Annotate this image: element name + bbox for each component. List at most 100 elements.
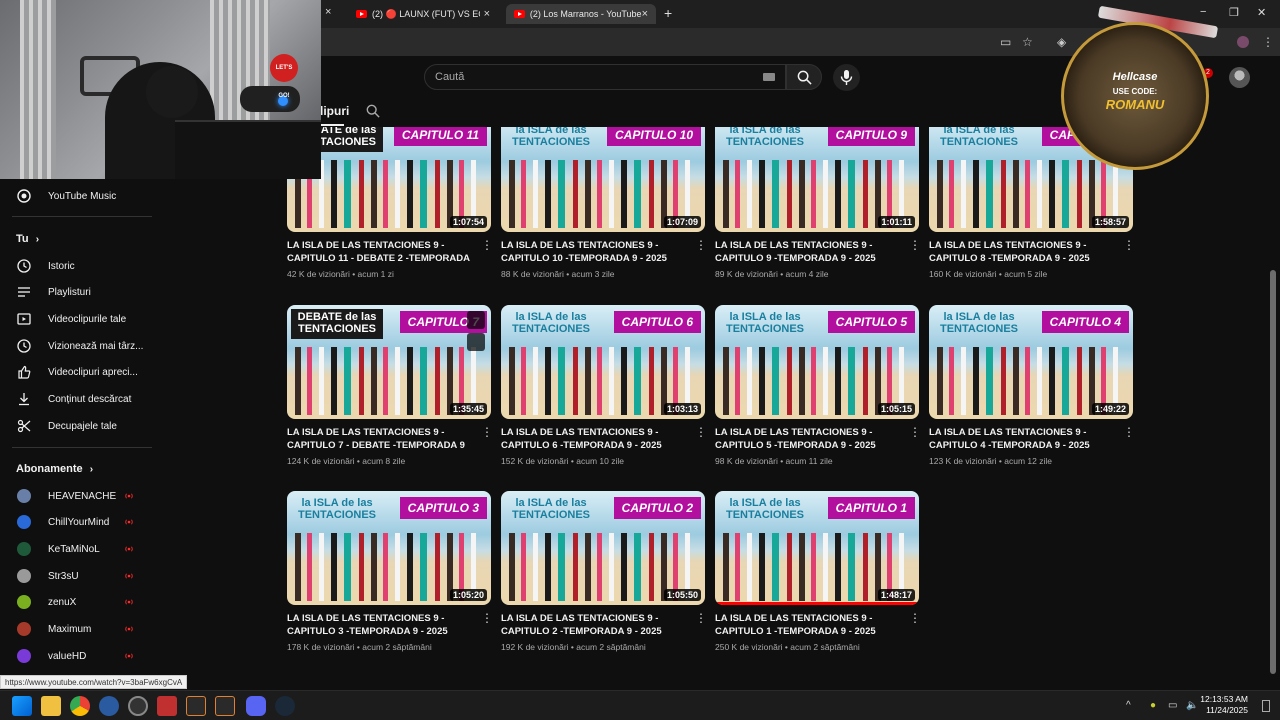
close-tab-icon[interactable]: ×: [325, 6, 331, 18]
more-actions-icon[interactable]: ⋮: [1123, 426, 1135, 438]
sidebar-item-watch-later[interactable]: Vizionează mai târz...: [16, 336, 156, 356]
app-h-icon[interactable]: [186, 696, 206, 716]
sidebar-item-liked[interactable]: Videoclipuri apreci...: [16, 362, 156, 382]
more-actions-icon[interactable]: ⋮: [481, 612, 493, 624]
sidebar-item-youtube-music[interactable]: YouTube Music: [16, 186, 156, 206]
search-button[interactable]: [786, 64, 822, 90]
browser-tab-active[interactable]: (2) Los Marranos - YouTube ×: [506, 4, 656, 24]
video-title[interactable]: LA ISLA DE LAS TENTACIONES 9 - CAPITULO …: [501, 426, 687, 452]
video-thumbnail[interactable]: la ISLA de las TENTACIONES CAPITULO 6 1:03…: [501, 305, 705, 419]
discord-icon[interactable]: [246, 696, 266, 716]
minimize-icon[interactable]: −: [1200, 6, 1206, 18]
page-scrollbar[interactable]: [1270, 270, 1276, 674]
video-thumbnail[interactable]: la ISLA de las TENTACIONES CAPITULO 9 1:01…: [715, 127, 919, 232]
video-card[interactable]: la ISLA de las TENTACIONES CAPITULO 6 1:03…: [501, 305, 707, 466]
video-title[interactable]: LA ISLA DE LAS TENTACIONES 9 - CAPITULO …: [715, 426, 901, 452]
account-avatar[interactable]: [1229, 67, 1250, 88]
more-actions-icon[interactable]: ⋮: [695, 239, 707, 251]
tray-overflow-icon[interactable]: ^: [1126, 700, 1131, 711]
more-actions-icon[interactable]: ⋮: [481, 426, 493, 438]
restore-icon[interactable]: ❐: [1229, 6, 1239, 19]
close-tab-icon[interactable]: ×: [484, 8, 490, 20]
chrome-icon[interactable]: [70, 696, 90, 716]
video-card[interactable]: la ISLA de las TENTACIONES CAPITULO 10 1:0…: [501, 118, 707, 279]
channel-search-icon[interactable]: [366, 104, 380, 118]
video-card[interactable]: la ISLA de las TENTACIONES CAPITULO 9 1:01…: [715, 118, 921, 279]
sidebar-subscription[interactable]: Maximum: [16, 619, 156, 639]
close-tab-icon[interactable]: ×: [642, 8, 648, 20]
tray-mic-icon[interactable]: ●: [1150, 700, 1156, 711]
video-title[interactable]: LA ISLA DE LAS TENTACIONES 9 - CAPITULO …: [287, 426, 473, 452]
video-card[interactable]: la ISLA de las TENTACIONES CAPITULO 1 1:48…: [715, 491, 921, 652]
app-a-icon[interactable]: [157, 696, 177, 716]
bookmark-star-icon[interactable]: ☆: [1022, 35, 1033, 49]
video-thumbnail[interactable]: la ISLA de las TENTACIONES CAPITULO 10 1:0…: [501, 127, 705, 232]
extension-icon[interactable]: ◈: [1057, 35, 1066, 49]
video-thumbnail[interactable]: la ISLA de las TENTACIONES CAPITULO 3 1:05…: [287, 491, 491, 605]
video-title[interactable]: LA ISLA DE LAS TENTACIONES 9 - CAPITULO …: [929, 239, 1115, 265]
voice-search-button[interactable]: [833, 64, 860, 91]
sidebar-subscription[interactable]: HEAVENACHE: [16, 486, 156, 506]
add-to-queue-icon[interactable]: [467, 333, 485, 351]
video-thumbnail[interactable]: la ISLA de las TENTACIONES CAPITULO 4 1:49…: [929, 305, 1133, 419]
video-card[interactable]: la ISLA de las TENTACIONES CAPITULO 5 1:05…: [715, 305, 921, 466]
video-card[interactable]: DEBATE de las TENTACIONES CAPITULO 7 1:35:…: [287, 305, 493, 466]
app-blue-icon[interactable]: [99, 696, 119, 716]
video-title[interactable]: LA ISLA DE LAS TENTACIONES 9 - CAPITULO …: [287, 239, 473, 265]
more-actions-icon[interactable]: ⋮: [695, 426, 707, 438]
sidebar-subscription[interactable]: valueHD: [16, 646, 156, 666]
tray-network-icon[interactable]: ▭: [1168, 700, 1177, 711]
more-actions-icon[interactable]: ⋮: [481, 239, 493, 251]
new-tab-button[interactable]: +: [664, 5, 672, 21]
obs-icon[interactable]: [128, 696, 148, 716]
close-window-icon[interactable]: ✕: [1257, 6, 1266, 19]
video-title[interactable]: LA ISLA DE LAS TENTACIONES 9 - CAPITULO …: [287, 612, 473, 638]
sidebar-subscription[interactable]: Str3sU: [16, 566, 156, 586]
video-title[interactable]: LA ISLA DE LAS TENTACIONES 9 - CAPITULO …: [501, 239, 687, 265]
cast-icon[interactable]: ▭: [1000, 35, 1011, 49]
more-actions-icon[interactable]: ⋮: [1123, 239, 1135, 251]
video-thumbnail[interactable]: la ISLA de las TENTACIONES CAPITULO 1 1:48…: [715, 491, 919, 605]
sidebar-item-downloads[interactable]: Conținut descărcat: [16, 389, 156, 409]
search-input[interactable]: Caută: [424, 64, 786, 90]
video-card[interactable]: la ISLA de las TENTACIONES CAPITULO 2 1:05…: [501, 491, 707, 652]
sidebar-subscription[interactable]: KeTaMiNoL: [16, 539, 156, 559]
video-thumbnail[interactable]: la ISLA de las TENTACIONES CAPITULO 5 1:05…: [715, 305, 919, 419]
sidebar-subscription[interactable]: zenuX: [16, 592, 156, 612]
desk-monitor: [175, 120, 321, 179]
chrome-menu-icon[interactable]: ⋮: [1262, 35, 1274, 49]
video-title[interactable]: LA ISLA DE LAS TENTACIONES 9 - CAPITULO …: [929, 426, 1115, 452]
sidebar-subscription[interactable]: ChillYourMind: [16, 512, 156, 532]
taskbar-clock[interactable]: 12:13:53 AM 11/24/2025: [1200, 694, 1248, 716]
video-title[interactable]: LA ISLA DE LAS TENTACIONES 9 - CAPITULO …: [501, 612, 687, 638]
more-actions-icon[interactable]: ⋮: [909, 612, 921, 624]
watch-later-icon[interactable]: [467, 311, 485, 329]
video-card[interactable]: la ISLA de las TENTACIONES CAPITULO 3 1:05…: [287, 491, 493, 652]
keyboard-icon[interactable]: [763, 73, 775, 81]
notification-center-icon[interactable]: [1262, 700, 1270, 712]
more-actions-icon[interactable]: ⋮: [909, 426, 921, 438]
sidebar-subscriptions-heading[interactable]: Abonamente ›: [16, 463, 93, 475]
sidebar-item-clips[interactable]: Decupajele tale: [16, 416, 156, 436]
browser-tab[interactable]: (2) 🔴 LAUNX (FUT) VS ECSTATI ×: [348, 4, 498, 24]
windows-icon[interactable]: [12, 696, 32, 716]
steam-icon[interactable]: [275, 696, 295, 716]
tray-volume-icon[interactable]: 🔈: [1186, 700, 1198, 711]
app-h2-icon[interactable]: [215, 696, 235, 716]
tab-videos[interactable]: lipuri: [320, 104, 349, 118]
file-explorer-icon[interactable]: [41, 696, 61, 716]
sidebar-item-history[interactable]: Istoric: [16, 256, 156, 276]
profile-avatar[interactable]: [1237, 36, 1249, 48]
sidebar-item-playlists[interactable]: Playlisturi: [16, 282, 156, 302]
more-actions-icon[interactable]: ⋮: [695, 612, 707, 624]
sidebar-you-heading[interactable]: Tu ›: [16, 233, 39, 245]
video-title[interactable]: LA ISLA DE LAS TENTACIONES 9 - CAPITULO …: [715, 612, 901, 638]
more-actions-icon[interactable]: ⋮: [909, 239, 921, 251]
video-title[interactable]: LA ISLA DE LAS TENTACIONES 9 - CAPITULO …: [715, 239, 901, 265]
video-card[interactable]: la ISLA de las TENTACIONES CAPITULO 4 1:49…: [929, 305, 1135, 466]
video-thumbnail[interactable]: la ISLA de las TENTACIONES CAPITULO 2 1:05…: [501, 491, 705, 605]
sidebar-item-your-videos[interactable]: Videoclipurile tale: [16, 309, 156, 329]
hellcase-logo: Hellcase: [1112, 71, 1158, 83]
video-thumbnail[interactable]: DEBATE de las TENTACIONES CAPITULO 7 1:35:…: [287, 305, 491, 419]
episode-label: CAPITULO 11: [393, 127, 487, 146]
